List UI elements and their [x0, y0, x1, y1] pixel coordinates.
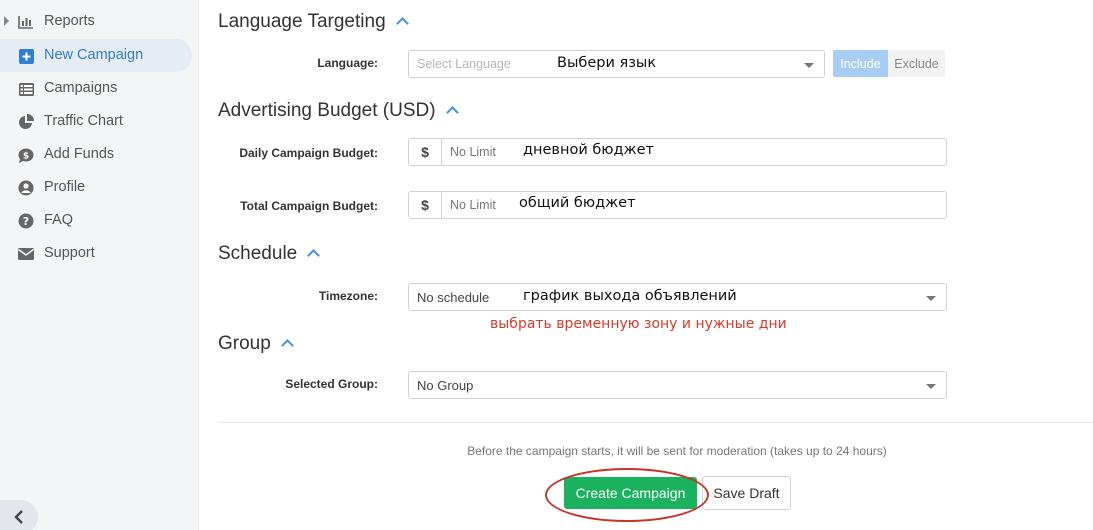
pie-chart-icon: [17, 113, 35, 131]
sidebar-item-traffic-chart[interactable]: Traffic Chart: [0, 105, 192, 138]
sidebar-item-reports[interactable]: Reports: [0, 5, 192, 38]
sidebar-item-profile[interactable]: Profile: [0, 171, 192, 204]
timezone-hint-annotation: выбрать временную зону и нужные дни: [490, 316, 787, 332]
total-budget-annotation: общий бюджет: [519, 195, 636, 211]
daily-budget-field: $: [408, 138, 947, 166]
group-label: Selected Group:: [285, 377, 378, 391]
language-label: Language:: [317, 56, 378, 70]
sidebar-item-label: New Campaign: [44, 47, 144, 63]
sidebar-item-label: FAQ: [44, 212, 74, 228]
chevron-left-icon: [14, 510, 23, 524]
dollar-bubble-icon: $: [17, 146, 35, 164]
sidebar-item-add-funds[interactable]: $ Add Funds: [0, 138, 192, 171]
daily-budget-input[interactable]: [450, 145, 930, 159]
moderation-note: Before the campaign starts, it will be s…: [467, 444, 887, 458]
daily-budget-annotation: дневной бюджет: [523, 142, 654, 158]
list-icon: [17, 80, 35, 98]
group-select[interactable]: No Group: [408, 371, 947, 399]
language-select-placeholder: Select Language: [417, 57, 511, 71]
question-icon: ?: [17, 212, 35, 230]
divider: [218, 422, 1093, 423]
save-draft-button[interactable]: Save Draft: [702, 476, 791, 510]
dollar-icon: $: [409, 139, 442, 165]
sidebar-item-new-campaign[interactable]: New Campaign: [0, 39, 192, 72]
language-section-title[interactable]: Language Targeting: [218, 11, 409, 33]
sidebar-item-campaigns[interactable]: Campaigns: [0, 72, 192, 105]
chevron-up-icon: [445, 106, 459, 119]
include-toggle[interactable]: Include: [833, 50, 888, 77]
envelope-icon: [17, 245, 35, 263]
timezone-label: Timezone:: [318, 289, 378, 303]
sidebar-item-label: Traffic Chart: [44, 113, 123, 129]
expand-caret-icon: [4, 16, 9, 26]
chevron-down-icon: [926, 296, 936, 301]
sidebar-item-faq[interactable]: ? FAQ: [0, 204, 192, 237]
total-budget-field: $: [408, 191, 947, 219]
chevron-down-icon: [804, 63, 814, 68]
daily-budget-label: Daily Campaign Budget:: [239, 146, 378, 160]
chevron-up-icon: [307, 249, 321, 262]
schedule-section-title[interactable]: Schedule: [218, 243, 321, 265]
group-select-value: No Group: [417, 378, 474, 393]
sidebar: Reports New Campaign Campaigns Traffic C…: [0, 0, 199, 530]
exclude-toggle[interactable]: Exclude: [888, 50, 945, 77]
create-campaign-button[interactable]: Create Campaign: [564, 477, 697, 509]
budget-section-title[interactable]: Advertising Budget (USD): [218, 100, 459, 122]
group-section-title[interactable]: Group: [218, 333, 294, 355]
sidebar-item-support[interactable]: Support: [0, 237, 192, 270]
total-budget-label: Total Campaign Budget:: [240, 199, 378, 213]
schedule-annotation: график выхода объявлений: [523, 288, 737, 304]
svg-text:?: ?: [23, 215, 29, 228]
chevron-down-icon: [926, 384, 936, 389]
sidebar-item-label: Support: [44, 245, 95, 261]
bar-chart-icon: [17, 13, 35, 31]
collapse-sidebar-button[interactable]: [0, 500, 38, 530]
sidebar-item-label: Add Funds: [44, 146, 115, 162]
chevron-up-icon: [395, 17, 409, 30]
svg-text:$: $: [23, 151, 29, 161]
sidebar-item-label: Reports: [44, 13, 95, 29]
dollar-icon: $: [409, 192, 442, 218]
plus-square-icon: [17, 47, 35, 65]
language-annotation: Выбери язык: [557, 55, 657, 71]
timezone-select-value: No schedule: [417, 290, 490, 305]
sidebar-item-label: Campaigns: [44, 80, 118, 96]
user-icon: [17, 179, 35, 197]
chevron-up-icon: [280, 339, 294, 352]
sidebar-item-label: Profile: [44, 179, 86, 195]
